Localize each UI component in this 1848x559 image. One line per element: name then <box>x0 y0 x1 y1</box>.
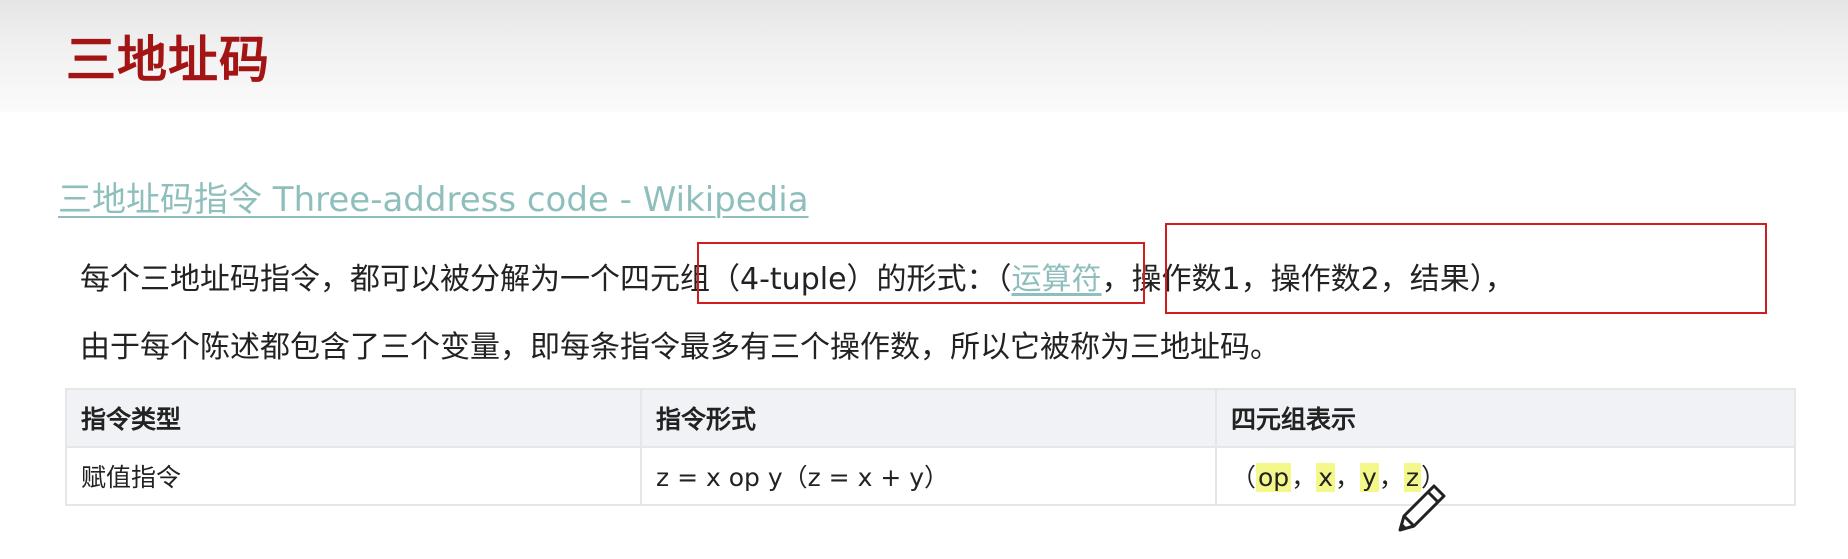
cell-quadruple: （op，x，y，z） <box>1215 446 1796 506</box>
pencil-cursor-icon <box>1398 484 1446 532</box>
tuple-open: （ <box>1231 463 1257 492</box>
tuple-sep-1: ， <box>1291 463 1317 492</box>
cell-instruction-form: z = x op y（z = x + y） <box>640 446 1217 506</box>
header-instruction-type: 指令类型 <box>65 388 642 448</box>
cell-instruction-type: 赋值指令 <box>65 446 642 506</box>
annotation-box-format <box>1165 223 1767 314</box>
page-title: 三地址码 <box>66 31 270 89</box>
table-header-row: 指令类型 指令形式 四元组表示 <box>65 388 1796 448</box>
wikipedia-link[interactable]: 三地址码指令 Three-address code - Wikipedia <box>58 172 809 221</box>
annotation-box-tuple <box>697 242 1145 304</box>
header-instruction-form: 指令形式 <box>640 388 1217 448</box>
header-quadruple: 四元组表示 <box>1215 388 1796 448</box>
table-row: 赋值指令 z = x op y（z = x + y） （op，x，y，z） <box>65 446 1796 506</box>
paragraph-line-2: 由于每个陈述都包含了三个变量，即每条指令最多有三个操作数，所以它被称为三地址码。 <box>80 330 1280 365</box>
slide-page: 三地址码 三地址码指令 Three-address code - Wikiped… <box>0 0 1848 559</box>
header-band <box>0 0 1848 112</box>
instruction-table: 指令类型 指令形式 四元组表示 赋值指令 z = x op y（z = x + … <box>65 388 1796 506</box>
tuple-y-highlight: y <box>1360 463 1379 492</box>
tuple-op-highlight: op <box>1256 463 1292 492</box>
paragraph-line-1-prefix: 每个三地址码指令，都可以被分解为一 <box>80 262 590 297</box>
tuple-x-highlight: x <box>1316 463 1335 492</box>
tuple-sep-2: ， <box>1335 463 1361 492</box>
